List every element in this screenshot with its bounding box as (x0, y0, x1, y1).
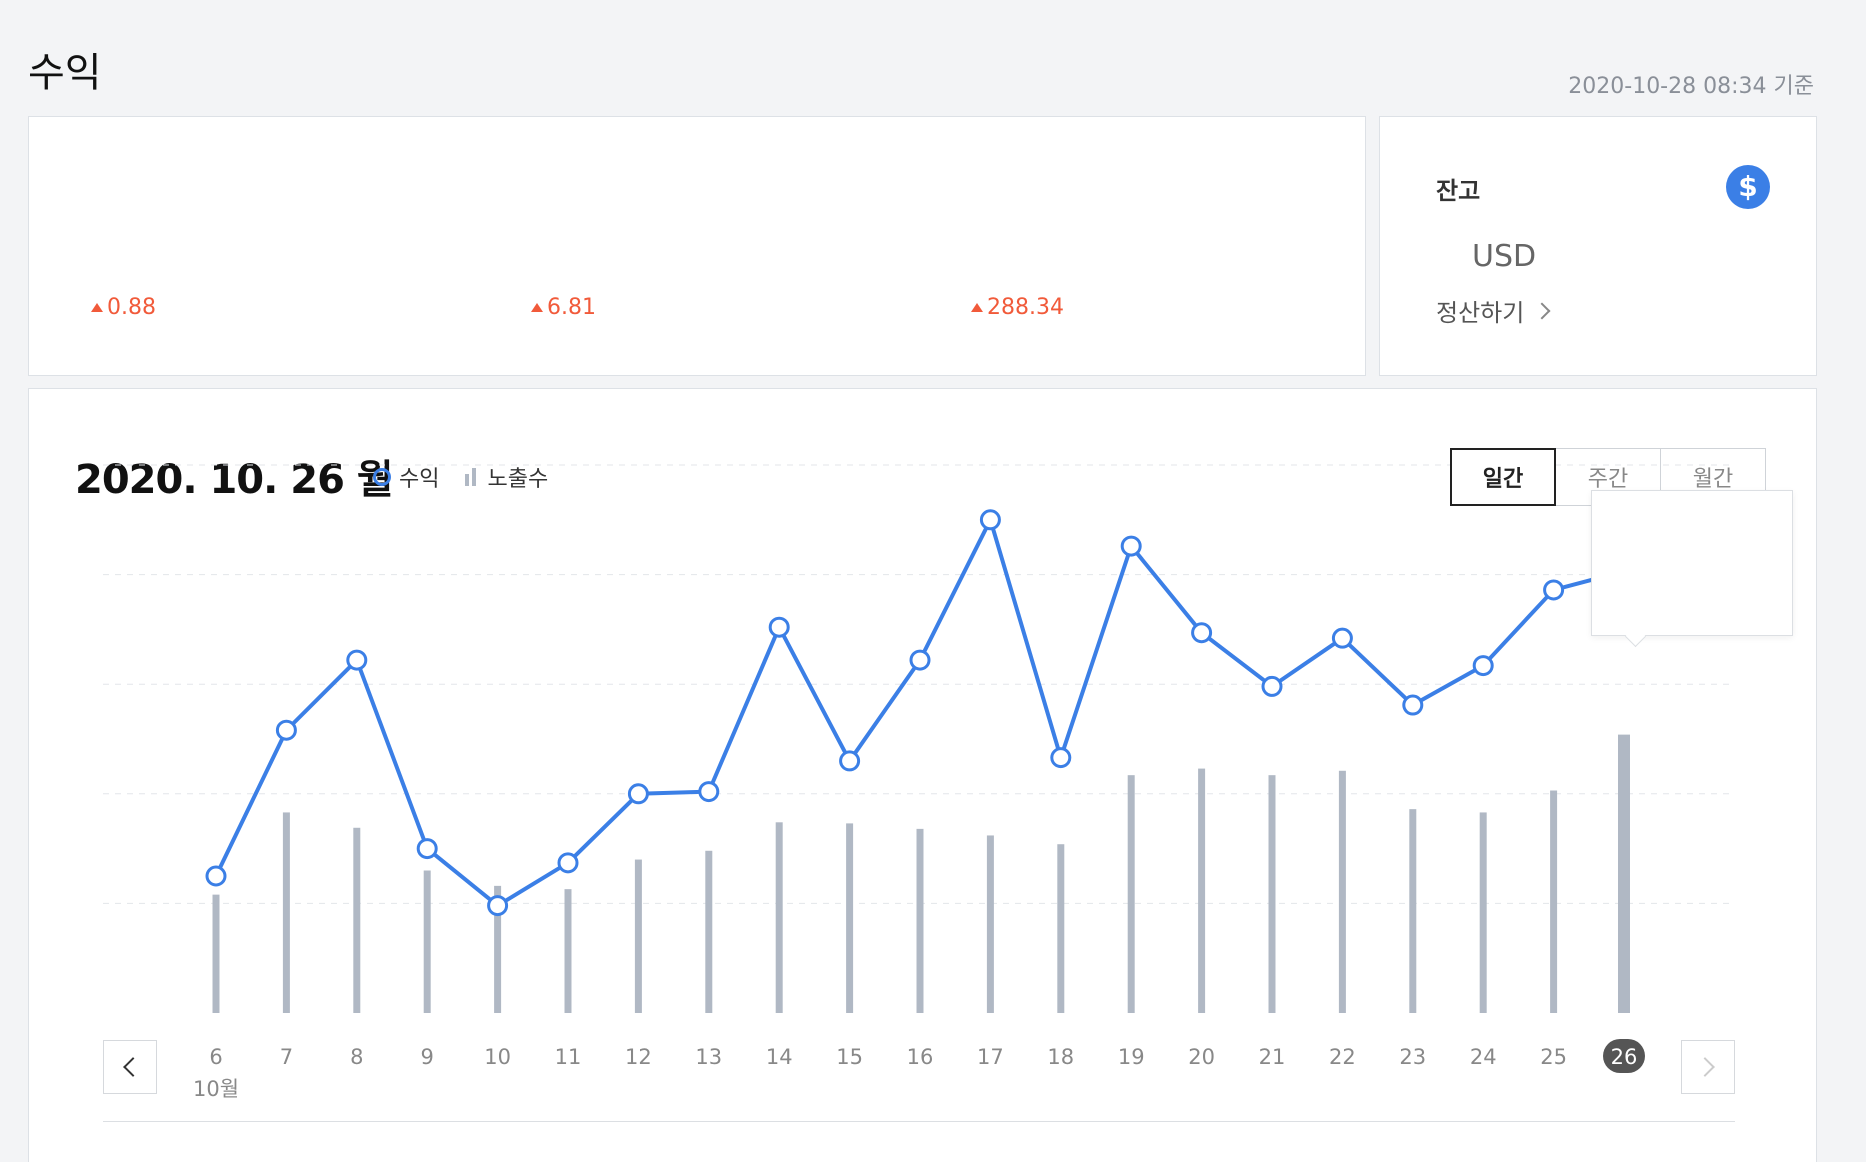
impression-bar (846, 823, 854, 1013)
impression-bar (916, 828, 924, 1013)
impression-bar (1338, 770, 1346, 1013)
revenue-point (909, 649, 931, 671)
x-tick-label: 26 (1611, 1045, 1638, 1069)
x-tick-label: 12 (625, 1045, 652, 1069)
impression-bar (212, 894, 220, 1013)
impression-bar (1127, 775, 1135, 1013)
chevron-left-icon (123, 1057, 143, 1077)
revenue-point (487, 895, 509, 917)
dollar-icon: $ (1726, 165, 1770, 209)
chart-card: 2020. 10. 26 월 수익 노출수 일간 주간 월간 6 7 8 9 10 11 1… (28, 388, 1817, 1162)
revenue-point (1050, 747, 1072, 769)
impression-bar (1198, 768, 1206, 1013)
revenue-point (1331, 627, 1353, 649)
balance-card: 잔고 $ USD 정산하기 (1379, 116, 1817, 376)
impression-bar (282, 812, 290, 1013)
chart-tooltip (1591, 490, 1793, 636)
delta-2: 6.81 (531, 295, 596, 320)
impression-bar (1057, 844, 1065, 1013)
x-tick-label: 25 (1540, 1045, 1567, 1069)
impression-bar (1409, 809, 1417, 1013)
x-tick-label: 13 (695, 1045, 722, 1069)
x-tick-label: 15 (836, 1045, 863, 1069)
balance-currency: USD (1472, 239, 1537, 274)
x-tick-label: 16 (907, 1045, 934, 1069)
x-tick-label: 14 (766, 1045, 793, 1069)
period-daily-button[interactable]: 일간 (1450, 448, 1556, 506)
x-tick-label: 18 (1047, 1045, 1074, 1069)
revenue-point (1261, 675, 1283, 697)
x-tick-label: 19 (1118, 1045, 1145, 1069)
revenue-point (1120, 535, 1142, 557)
impression-bar (1550, 790, 1558, 1013)
revenue-point (698, 781, 720, 803)
x-tick-label: 17 (977, 1045, 1004, 1069)
x-tick-label: 8 (350, 1045, 363, 1069)
up-arrow-icon (971, 303, 983, 312)
impression-bar (986, 835, 994, 1013)
impression-bar (775, 822, 783, 1013)
summary-card: 0.88 6.81 288.34 (28, 116, 1366, 376)
revenue-point (416, 838, 438, 860)
delta-value: 6.81 (547, 295, 596, 320)
chevron-right-icon (1533, 302, 1551, 319)
impression-bar (564, 889, 572, 1013)
delta-3: 288.34 (971, 295, 1064, 320)
x-tick-label: 6 (209, 1045, 222, 1069)
timestamp: 2020-10-28 08:34 기준 (1568, 74, 1814, 99)
revenue-point (205, 865, 227, 887)
impression-bar (634, 859, 642, 1013)
revenue-point (1402, 694, 1424, 716)
impression-bar (353, 827, 361, 1013)
x-tick-label: 9 (421, 1045, 434, 1069)
x-tick-label: 11 (555, 1045, 582, 1069)
settle-link[interactable]: 정산하기 (1436, 293, 1551, 328)
up-arrow-icon (91, 303, 103, 312)
balance-label: 잔고 (1436, 177, 1481, 205)
impression-bar (705, 850, 713, 1013)
settle-label: 정산하기 (1436, 299, 1525, 327)
revenue-point (839, 750, 861, 772)
revenue-page: 수익 2020-10-28 08:34 기준 0.88 6.81 288.34 … (0, 0, 1866, 1162)
chevron-right-icon (1695, 1057, 1715, 1077)
delta-1: 0.88 (91, 295, 156, 320)
impression-bar (1618, 734, 1630, 1013)
page-title: 수익 (28, 50, 102, 96)
up-arrow-icon (531, 303, 543, 312)
revenue-point (1472, 655, 1494, 677)
delta-value: 288.34 (987, 295, 1064, 320)
month-label: 10월 (193, 1077, 239, 1101)
x-tick-label: 23 (1399, 1045, 1426, 1069)
chart-bottom-divider (103, 1121, 1735, 1122)
next-page-button[interactable] (1681, 1040, 1735, 1094)
revenue-point (557, 852, 579, 874)
prev-page-button[interactable] (103, 1040, 157, 1094)
revenue-point (768, 616, 790, 638)
revenue-point (1543, 579, 1565, 601)
revenue-point (979, 509, 1001, 531)
x-tick-label: 7 (280, 1045, 293, 1069)
revenue-point (627, 783, 649, 805)
impression-bar (423, 870, 431, 1013)
x-tick-label: 24 (1470, 1045, 1497, 1069)
revenue-point (346, 649, 368, 671)
impression-bar (1479, 812, 1487, 1013)
x-tick-label: 20 (1188, 1045, 1215, 1069)
x-tick-label: 10 (484, 1045, 511, 1069)
x-tick-label: 22 (1329, 1045, 1356, 1069)
delta-value: 0.88 (107, 295, 156, 320)
impression-bar (1268, 775, 1276, 1013)
x-tick-label: 21 (1259, 1045, 1286, 1069)
revenue-point (1191, 622, 1213, 644)
revenue-point (275, 719, 297, 741)
